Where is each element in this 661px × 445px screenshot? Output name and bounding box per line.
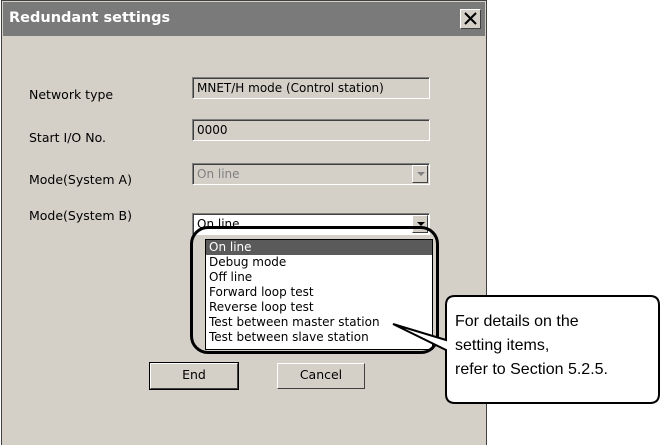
screenshot-stage: Redundant settings Network type MNET/H m…: [0, 0, 661, 445]
callout-line-1: For details on the: [455, 313, 579, 330]
callout-line-2: setting items,: [455, 337, 550, 354]
callout-text: For details on the setting items, refer …: [455, 310, 660, 382]
callout-line-3: refer to Section 5.2.5.: [455, 361, 608, 378]
